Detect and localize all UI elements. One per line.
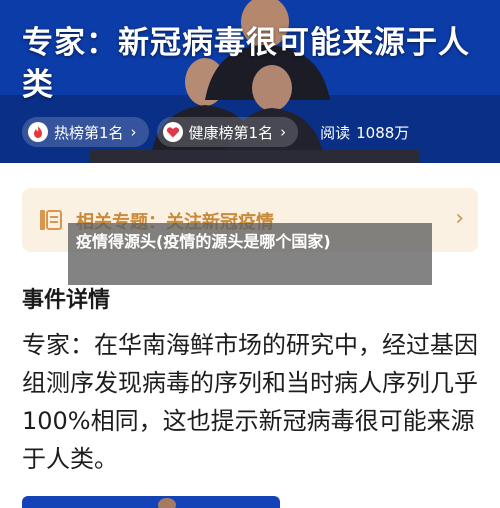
hero-banner: 专家：新冠病毒很可能来源于人类 热榜第1名 › 健康榜第1名 › 阅读 1088万	[0, 0, 500, 163]
article-body: 专家：在华南海鲜市场的研究中，经过基因组测序发现病毒的序列和当时病人序列几乎10…	[22, 331, 478, 473]
thumbnail-person	[158, 498, 176, 508]
reads-label: 阅读	[320, 123, 351, 142]
document-list-icon	[40, 210, 62, 234]
caption-overlay: 疫情得源头(疫情的源头是哪个国家)	[68, 223, 432, 285]
flame-icon	[28, 122, 48, 142]
stats-bar: 热榜第1名 › 健康榜第1名 › 阅读 1088万	[22, 116, 409, 148]
reads-value: 1088万	[356, 123, 410, 142]
section-title: 事件详情	[22, 288, 111, 313]
chevron-right-icon: ›	[130, 123, 137, 141]
hot-rank-label: 热榜第1名	[54, 123, 124, 142]
chevron-right-icon: ›	[280, 123, 287, 141]
hot-rank-badge[interactable]: 热榜第1名 ›	[22, 117, 149, 147]
article-title: 专家：新冠病毒很可能来源于人类	[22, 25, 470, 103]
health-rank-badge[interactable]: 健康榜第1名 ›	[156, 117, 299, 147]
heart-icon	[162, 122, 183, 142]
caption-text: 疫情得源头(疫情的源头是哪个国家)	[76, 232, 331, 251]
read-count: 阅读 1088万	[320, 122, 409, 143]
chevron-right-icon: ›	[455, 206, 464, 231]
health-rank-label: 健康榜第1名	[188, 123, 274, 142]
video-thumbnail[interactable]	[22, 496, 280, 508]
